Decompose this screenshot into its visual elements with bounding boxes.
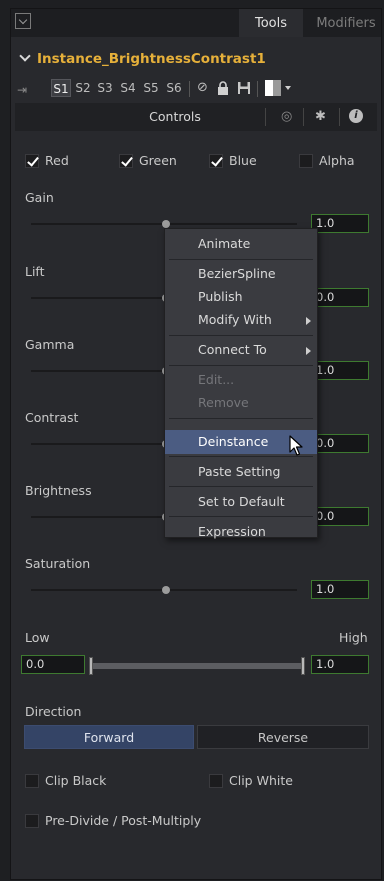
gain-slider-handle[interactable] xyxy=(162,220,170,228)
range-high-handle[interactable] xyxy=(301,657,305,675)
menu-separator xyxy=(169,335,313,336)
info-icon[interactable]: i xyxy=(349,109,363,123)
range-slider-track[interactable] xyxy=(89,663,301,669)
checkbox-box[interactable] xyxy=(25,814,39,828)
checkbox-alpha[interactable]: Alpha xyxy=(299,153,355,169)
divider xyxy=(257,81,258,97)
divider xyxy=(265,108,266,126)
checkbox-blue[interactable]: Blue xyxy=(209,153,257,169)
divider xyxy=(339,108,340,126)
brightness-label: Brightness xyxy=(25,483,92,498)
checkbox-green[interactable]: Green xyxy=(119,153,177,169)
gain-value-field[interactable]: 1.0 xyxy=(311,214,369,233)
slot-s6-button[interactable]: S6 xyxy=(164,79,184,97)
lift-value-field[interactable]: 0.0 xyxy=(311,288,369,307)
inspector-panel: Tools Modifiers Instance_BrightnessContr… xyxy=(10,8,382,880)
collapse-chevron-icon[interactable] xyxy=(19,50,31,62)
tool-name: Instance_BrightnessContrast1 xyxy=(37,51,266,67)
checkbox-label: Pre-Divide / Post-Multiply xyxy=(45,813,202,828)
checkbox-label: Blue xyxy=(229,153,257,168)
contrast-value-field[interactable]: 0.0 xyxy=(311,434,369,453)
menu-separator xyxy=(169,516,313,517)
saturation-value-field[interactable]: 1.0 xyxy=(311,580,369,599)
lock-icon[interactable] xyxy=(217,81,229,98)
menu-item-connect-to[interactable]: Connect To xyxy=(165,338,317,362)
gamma-label: Gamma xyxy=(25,337,75,352)
disable-icon[interactable]: ⊘ xyxy=(197,80,208,95)
controls-tab[interactable]: Controls xyxy=(105,109,245,124)
checkbox-label: Clip White xyxy=(229,773,293,788)
checkbox-box[interactable] xyxy=(25,154,39,168)
slot-s2-button[interactable]: S2 xyxy=(73,79,93,97)
checkbox-box[interactable] xyxy=(209,774,223,788)
checkbox-box[interactable] xyxy=(119,154,133,168)
divider xyxy=(303,108,304,126)
tab-bar: Tools Modifiers xyxy=(11,9,381,37)
tab-tools[interactable]: Tools xyxy=(239,9,303,37)
menu-separator xyxy=(169,365,313,366)
menu-separator xyxy=(169,418,313,419)
checkbox-label: Alpha xyxy=(319,153,355,168)
gamma-value-field[interactable]: 1.0 xyxy=(311,361,369,380)
menu-separator xyxy=(169,486,313,487)
dropdown-icon[interactable] xyxy=(285,86,291,90)
contrast-label: Contrast xyxy=(25,410,79,425)
low-value-field[interactable]: 0.0 xyxy=(21,655,85,674)
low-label: Low xyxy=(25,630,50,645)
tool-header[interactable]: Instance_BrightnessContrast1 xyxy=(19,50,266,67)
panel-menu-button[interactable] xyxy=(15,13,31,29)
high-label: High xyxy=(339,630,368,645)
save-icon[interactable] xyxy=(237,81,251,98)
menu-item-expression[interactable]: Expression xyxy=(165,520,317,544)
menu-item-bezierspline[interactable]: BezierSpline xyxy=(165,262,317,286)
checkbox-clip-white[interactable]: Clip White xyxy=(209,773,293,789)
node-icon[interactable]: ◎ xyxy=(281,109,292,124)
slot-s3-button[interactable]: S3 xyxy=(95,79,115,97)
checkbox-label: Green xyxy=(139,153,177,168)
menu-item-label: Modify With xyxy=(198,312,272,327)
checkbox-box[interactable] xyxy=(299,154,313,168)
tab-modifiers[interactable]: Modifiers xyxy=(309,9,381,37)
checkbox-pre-divide[interactable]: Pre-Divide / Post-Multiply xyxy=(25,813,201,829)
slot-s4-button[interactable]: S4 xyxy=(118,79,138,97)
checkbox-label: Clip Black xyxy=(45,773,107,788)
reverse-button[interactable]: Reverse xyxy=(197,725,369,749)
submenu-arrow-icon xyxy=(306,317,311,325)
direction-label: Direction xyxy=(25,704,82,719)
checkbox-clip-black[interactable]: Clip Black xyxy=(25,773,106,789)
tool-toolbar: ⇥ S1 S2 S3 S4 S5 S6 ⊘ xyxy=(17,79,377,99)
range-low-handle[interactable] xyxy=(89,657,93,675)
menu-item-set-to-default[interactable]: Set to Default xyxy=(165,490,317,514)
mouse-cursor-icon xyxy=(289,435,303,460)
checkbox-red[interactable]: Red xyxy=(25,153,69,169)
menu-item-publish[interactable]: Publish xyxy=(165,285,317,309)
menu-item-edit: Edit... xyxy=(198,372,235,387)
controls-header: Controls ◎ ✱ i xyxy=(15,103,377,131)
high-value-field[interactable]: 1.0 xyxy=(311,655,369,674)
menu-item-animate[interactable]: Animate xyxy=(165,232,317,256)
forward-button[interactable]: Forward xyxy=(24,725,194,749)
checkbox-label: Red xyxy=(45,153,69,168)
divider xyxy=(189,81,190,97)
submenu-arrow-icon xyxy=(306,347,311,355)
gain-label: Gain xyxy=(25,190,54,205)
lift-label: Lift xyxy=(25,264,45,279)
slot-s1-button[interactable]: S1 xyxy=(51,79,71,97)
context-menu: Animate BezierSpline Publish Modify With… xyxy=(164,228,318,539)
slot-s5-button[interactable]: S5 xyxy=(141,79,161,97)
checkbox-box[interactable] xyxy=(209,154,223,168)
brightness-value-field[interactable]: 0.0 xyxy=(311,507,369,526)
checkbox-box[interactable] xyxy=(25,774,39,788)
menu-item-label: Connect To xyxy=(198,342,267,357)
menu-item-paste-setting[interactable]: Paste Setting xyxy=(165,460,317,484)
menu-item-modify-with[interactable]: Modify With xyxy=(165,308,317,332)
pin-icon[interactable]: ⇥ xyxy=(17,83,27,97)
color-swatch-icon[interactable] xyxy=(265,80,281,96)
saturation-slider-handle[interactable] xyxy=(162,586,170,594)
settings-icon[interactable]: ✱ xyxy=(315,109,326,124)
saturation-label: Saturation xyxy=(25,556,91,571)
menu-item-remove: Remove xyxy=(198,395,249,410)
menu-separator xyxy=(169,259,313,260)
